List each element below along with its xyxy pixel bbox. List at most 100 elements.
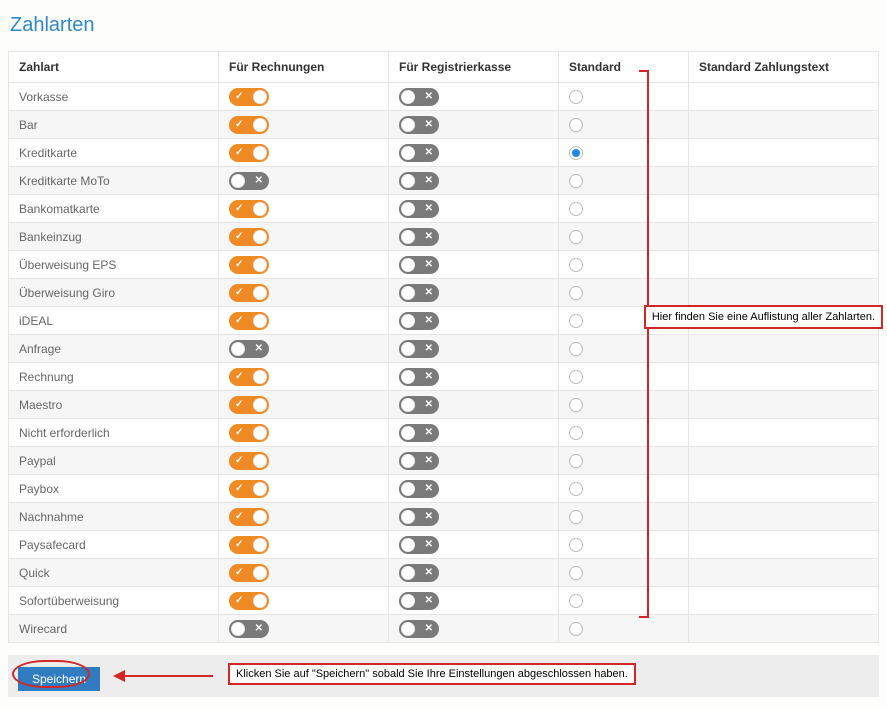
toggle-invoices[interactable]: ✓ — [229, 200, 269, 218]
x-icon: ✕ — [425, 454, 433, 468]
toggle-register[interactable]: ✕ — [399, 368, 439, 386]
toggle-register[interactable]: ✕ — [399, 564, 439, 582]
toggle-register[interactable]: ✕ — [399, 144, 439, 162]
radio-standard[interactable] — [569, 622, 583, 636]
cell-standard — [559, 503, 689, 531]
cell-register: ✕ — [389, 335, 559, 363]
toggle-register[interactable]: ✕ — [399, 396, 439, 414]
toggle-register[interactable]: ✕ — [399, 200, 439, 218]
x-icon: ✕ — [425, 230, 433, 244]
table-row: Bankomatkarte✓✕ — [9, 195, 879, 223]
cell-invoices: ✓ — [219, 111, 389, 139]
payment-name: Paysafecard — [9, 531, 219, 559]
radio-standard[interactable] — [569, 538, 583, 552]
radio-standard[interactable] — [569, 286, 583, 300]
cell-register: ✕ — [389, 167, 559, 195]
toggle-register[interactable]: ✕ — [399, 620, 439, 638]
radio-standard[interactable] — [569, 370, 583, 384]
x-icon: ✕ — [425, 342, 433, 356]
toggle-register[interactable]: ✕ — [399, 88, 439, 106]
radio-standard[interactable] — [569, 342, 583, 356]
toggle-invoices[interactable]: ✓ — [229, 592, 269, 610]
col-header-name: Zahlart — [9, 52, 219, 83]
toggle-invoices[interactable]: ✓ — [229, 312, 269, 330]
radio-standard[interactable] — [569, 510, 583, 524]
radio-standard[interactable] — [569, 398, 583, 412]
check-icon: ✓ — [235, 398, 243, 412]
toggle-invoices[interactable]: ✓ — [229, 452, 269, 470]
toggle-invoices[interactable]: ✕ — [229, 172, 269, 190]
toggle-register[interactable]: ✕ — [399, 228, 439, 246]
x-icon: ✕ — [425, 174, 433, 188]
cell-invoices: ✓ — [219, 251, 389, 279]
toggle-invoices[interactable]: ✓ — [229, 396, 269, 414]
toggle-register[interactable]: ✕ — [399, 508, 439, 526]
table-row: Rechnung✓✕ — [9, 363, 879, 391]
toggle-register[interactable]: ✕ — [399, 536, 439, 554]
page-title: Zahlarten — [8, 8, 879, 51]
toggle-register[interactable]: ✕ — [399, 284, 439, 302]
cell-standard — [559, 363, 689, 391]
radio-standard[interactable] — [569, 566, 583, 580]
toggle-register[interactable]: ✕ — [399, 172, 439, 190]
toggle-register[interactable]: ✕ — [399, 452, 439, 470]
cell-register: ✕ — [389, 475, 559, 503]
toggle-knob — [401, 454, 415, 468]
x-icon: ✕ — [425, 118, 433, 132]
radio-standard[interactable] — [569, 426, 583, 440]
cell-standard — [559, 419, 689, 447]
check-icon: ✓ — [235, 90, 243, 104]
toggle-invoices[interactable]: ✓ — [229, 508, 269, 526]
toggle-knob — [253, 286, 267, 300]
payment-name: Kreditkarte MoTo — [9, 167, 219, 195]
toggle-register[interactable]: ✕ — [399, 424, 439, 442]
cell-invoices: ✓ — [219, 223, 389, 251]
toggle-invoices[interactable]: ✓ — [229, 284, 269, 302]
toggle-invoices[interactable]: ✓ — [229, 228, 269, 246]
radio-standard[interactable] — [569, 90, 583, 104]
radio-standard[interactable] — [569, 482, 583, 496]
toggle-invoices[interactable]: ✕ — [229, 620, 269, 638]
cell-invoices: ✓ — [219, 391, 389, 419]
toggle-register[interactable]: ✕ — [399, 312, 439, 330]
cell-payment-text — [689, 167, 879, 195]
toggle-invoices[interactable]: ✓ — [229, 116, 269, 134]
cell-payment-text — [689, 559, 879, 587]
radio-standard[interactable] — [569, 118, 583, 132]
cell-invoices: ✓ — [219, 559, 389, 587]
radio-standard[interactable] — [569, 314, 583, 328]
cell-register: ✕ — [389, 223, 559, 251]
toggle-invoices[interactable]: ✓ — [229, 88, 269, 106]
table-row: Kreditkarte MoTo ✕ ✕ — [9, 167, 879, 195]
toggle-invoices[interactable]: ✓ — [229, 256, 269, 274]
save-button[interactable]: Speichern — [18, 667, 100, 691]
radio-standard[interactable] — [569, 146, 583, 160]
toggle-knob — [401, 174, 415, 188]
toggle-invoices[interactable]: ✓ — [229, 536, 269, 554]
toggle-knob — [253, 146, 267, 160]
toggle-invoices[interactable]: ✓ — [229, 368, 269, 386]
payment-name: Quick — [9, 559, 219, 587]
toggle-register[interactable]: ✕ — [399, 116, 439, 134]
toggle-invoices[interactable]: ✓ — [229, 480, 269, 498]
radio-standard[interactable] — [569, 594, 583, 608]
toggle-register[interactable]: ✕ — [399, 256, 439, 274]
cell-register: ✕ — [389, 139, 559, 167]
toggle-invoices[interactable]: ✕ — [229, 340, 269, 358]
toggle-knob — [401, 426, 415, 440]
radio-standard[interactable] — [569, 258, 583, 272]
radio-standard[interactable] — [569, 202, 583, 216]
toggle-register[interactable]: ✕ — [399, 592, 439, 610]
radio-standard[interactable] — [569, 174, 583, 188]
toggle-register[interactable]: ✕ — [399, 340, 439, 358]
toggle-invoices[interactable]: ✓ — [229, 144, 269, 162]
check-icon: ✓ — [235, 510, 243, 524]
toggle-knob — [253, 314, 267, 328]
radio-standard[interactable] — [569, 454, 583, 468]
radio-standard[interactable] — [569, 230, 583, 244]
toggle-invoices[interactable]: ✓ — [229, 564, 269, 582]
table-row: Paybox✓✕ — [9, 475, 879, 503]
toggle-register[interactable]: ✕ — [399, 480, 439, 498]
cell-standard — [559, 531, 689, 559]
toggle-invoices[interactable]: ✓ — [229, 424, 269, 442]
